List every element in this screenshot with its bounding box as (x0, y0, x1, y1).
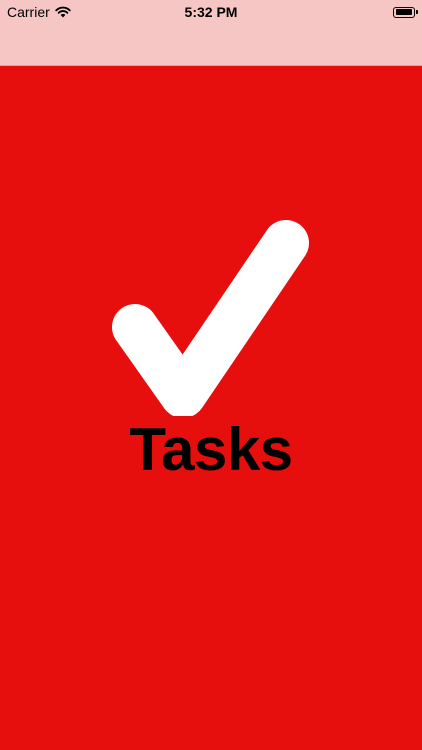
checkmark-icon (112, 220, 309, 416)
battery-icon (393, 6, 418, 18)
app-title: Tasks (129, 416, 293, 483)
status-left: Carrier (7, 4, 71, 20)
status-bar: Carrier 5:32 PM (0, 0, 422, 24)
carrier-label: Carrier (7, 4, 50, 20)
battery-level-fill (395, 9, 412, 15)
wifi-icon (55, 6, 71, 18)
